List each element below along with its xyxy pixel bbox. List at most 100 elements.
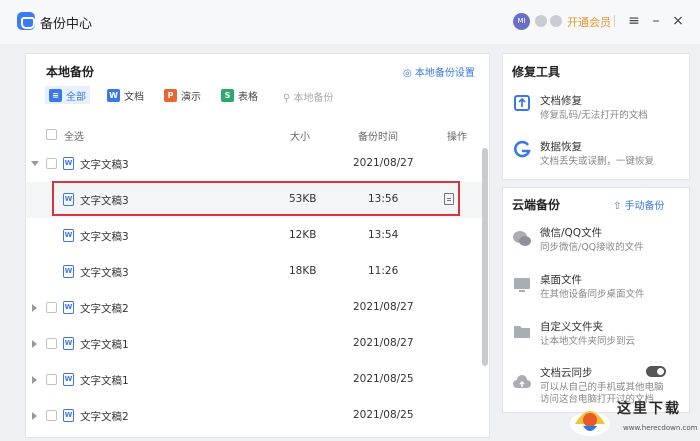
word-file-icon: W	[63, 229, 74, 242]
open-vip-link[interactable]: 开通会员	[567, 14, 611, 30]
item-name: 自定义文件夹	[540, 321, 603, 333]
cloud-sync-toggle[interactable]	[646, 366, 666, 377]
item-desc: 在其他设备同步桌面文件	[540, 289, 645, 300]
filter-label: 演示	[181, 91, 201, 103]
file-name: 文字文稿3	[80, 267, 129, 279]
watermark-logo-icon	[570, 411, 610, 436]
word-icon: W	[107, 88, 120, 102]
file-name: 文字文稿3	[80, 231, 129, 243]
desktop-icon	[514, 278, 530, 292]
file-name: 文字文稿3	[80, 159, 129, 171]
cloud-sync-icon	[513, 375, 531, 388]
word-file-icon: W	[63, 337, 74, 350]
filter-label: 全部	[66, 91, 86, 103]
search-placeholder: 本地备份	[293, 93, 334, 104]
word-file-icon: W	[63, 373, 74, 386]
item-desc: 让本地文件夹同步到云	[540, 336, 636, 347]
word-file-icon: W	[63, 301, 74, 314]
search-input[interactable]: ⚲ 本地备份	[283, 89, 334, 104]
row-checkbox[interactable]	[46, 302, 57, 313]
recover-icon	[514, 140, 531, 158]
select-all-checkbox[interactable]	[46, 129, 57, 140]
word-file-icon: W	[63, 157, 74, 170]
tool-name: 文档修复	[540, 95, 582, 107]
open-document-icon[interactable]	[444, 193, 454, 205]
expand-caret-icon[interactable]	[32, 340, 37, 348]
filter-label: 文档	[124, 91, 144, 103]
filter-sheets[interactable]: S 表格	[221, 86, 258, 104]
item-name: 桌面文件	[540, 274, 582, 286]
menu-button[interactable]: ≡	[626, 10, 642, 32]
word-file-icon: W	[63, 265, 74, 278]
table-row[interactable]: W 文字文稿1 2021/08/25	[26, 362, 488, 398]
tool-desc: 文档丢失或误删，一键恢复	[540, 156, 655, 167]
local-backup-settings-link[interactable]: ◎ 本地备份设置	[403, 64, 475, 79]
backup-time: 2021/08/27	[353, 301, 414, 313]
table-row[interactable]: W 文字文稿3 18KB 11:26	[26, 254, 488, 290]
title-bar: 备份中心 MI 开通会员 ≡ – ×	[0, 0, 700, 44]
filter-all[interactable]: ≡ 全部	[45, 86, 90, 104]
file-size: 12KB	[289, 229, 317, 241]
repair-icon	[514, 95, 530, 111]
file-name: 文字文稿2	[80, 411, 129, 423]
sheet-icon: S	[221, 88, 234, 102]
filter-label: 表格	[238, 91, 258, 103]
item-desc: 同步微信/QQ接收的文件	[540, 242, 644, 253]
backup-time: 11:26	[368, 265, 399, 277]
table-row[interactable]: W 文字文稿3 12KB 13:54	[26, 218, 488, 254]
collapse-caret-icon[interactable]	[31, 161, 39, 166]
row-checkbox[interactable]	[46, 158, 57, 169]
local-backup-title: 本地备份	[46, 65, 95, 79]
manual-backup-link[interactable]: ⇧ 手动备份	[613, 197, 665, 212]
filter-slides[interactable]: P 演示	[164, 86, 201, 104]
selection-highlight	[52, 181, 460, 216]
avatar[interactable]: MI	[513, 13, 530, 30]
expand-caret-icon[interactable]	[32, 412, 37, 420]
table-row[interactable]: W 文字文稿2 2021/08/25	[26, 398, 488, 438]
close-button[interactable]: ×	[670, 10, 686, 32]
word-file-icon: W	[63, 409, 74, 422]
header-time: 备份时间	[358, 132, 398, 143]
watermark-text: 这里下载	[617, 401, 681, 417]
backup-time: 2021/08/27	[353, 157, 414, 169]
watermark-url: www.herecdown.com	[623, 424, 698, 432]
header-select-all: 全选	[64, 132, 84, 143]
file-size: 18KB	[289, 265, 317, 277]
divider	[614, 15, 615, 27]
minimize-button[interactable]: –	[648, 10, 664, 32]
file-name: 文字文稿2	[80, 303, 129, 315]
settings-label: 本地备份设置	[414, 68, 475, 79]
app-title: 备份中心	[40, 17, 93, 32]
backup-time: 13:54	[368, 229, 399, 241]
manual-backup-label: 手动备份	[624, 201, 665, 212]
item-name: 文档云同步	[540, 367, 593, 379]
backup-time: 2021/08/25	[353, 409, 414, 421]
chat-icon	[513, 231, 531, 246]
row-checkbox[interactable]	[46, 410, 57, 421]
list-icon: ≡	[49, 88, 62, 102]
table-row[interactable]: W 文字文稿3 2021/08/27	[26, 146, 488, 182]
backup-time: 2021/08/25	[353, 373, 414, 385]
filter-docs[interactable]: W 文档	[107, 86, 144, 104]
row-checkbox[interactable]	[46, 338, 57, 349]
table-row[interactable]: W 文字文稿2 2021/08/27	[26, 290, 488, 326]
folder-icon	[514, 326, 530, 338]
app-logo-icon	[17, 12, 35, 30]
table-row[interactable]: W 文字文稿1 2021/08/27	[26, 326, 488, 362]
backup-time: 2021/08/27	[353, 337, 414, 349]
row-checkbox[interactable]	[46, 374, 57, 385]
repair-tools-title: 修复工具	[512, 65, 561, 79]
tool-desc: 修复乱码/无法打开的文档	[540, 110, 648, 121]
file-name: 文字文稿1	[80, 339, 129, 351]
search-icon: ⚲	[283, 93, 291, 104]
scrollbar[interactable]	[482, 148, 488, 366]
ppt-icon: P	[164, 88, 177, 102]
expand-caret-icon[interactable]	[32, 304, 37, 312]
header-size: 大小	[290, 132, 310, 143]
tool-name: 数据恢复	[540, 141, 582, 153]
cloud-backup-title: 云端备份	[512, 198, 561, 212]
expand-caret-icon[interactable]	[32, 376, 37, 384]
vip-badge-icon	[535, 15, 547, 27]
file-name: 文字文稿1	[80, 375, 129, 387]
vip-badge-icon	[550, 15, 562, 27]
